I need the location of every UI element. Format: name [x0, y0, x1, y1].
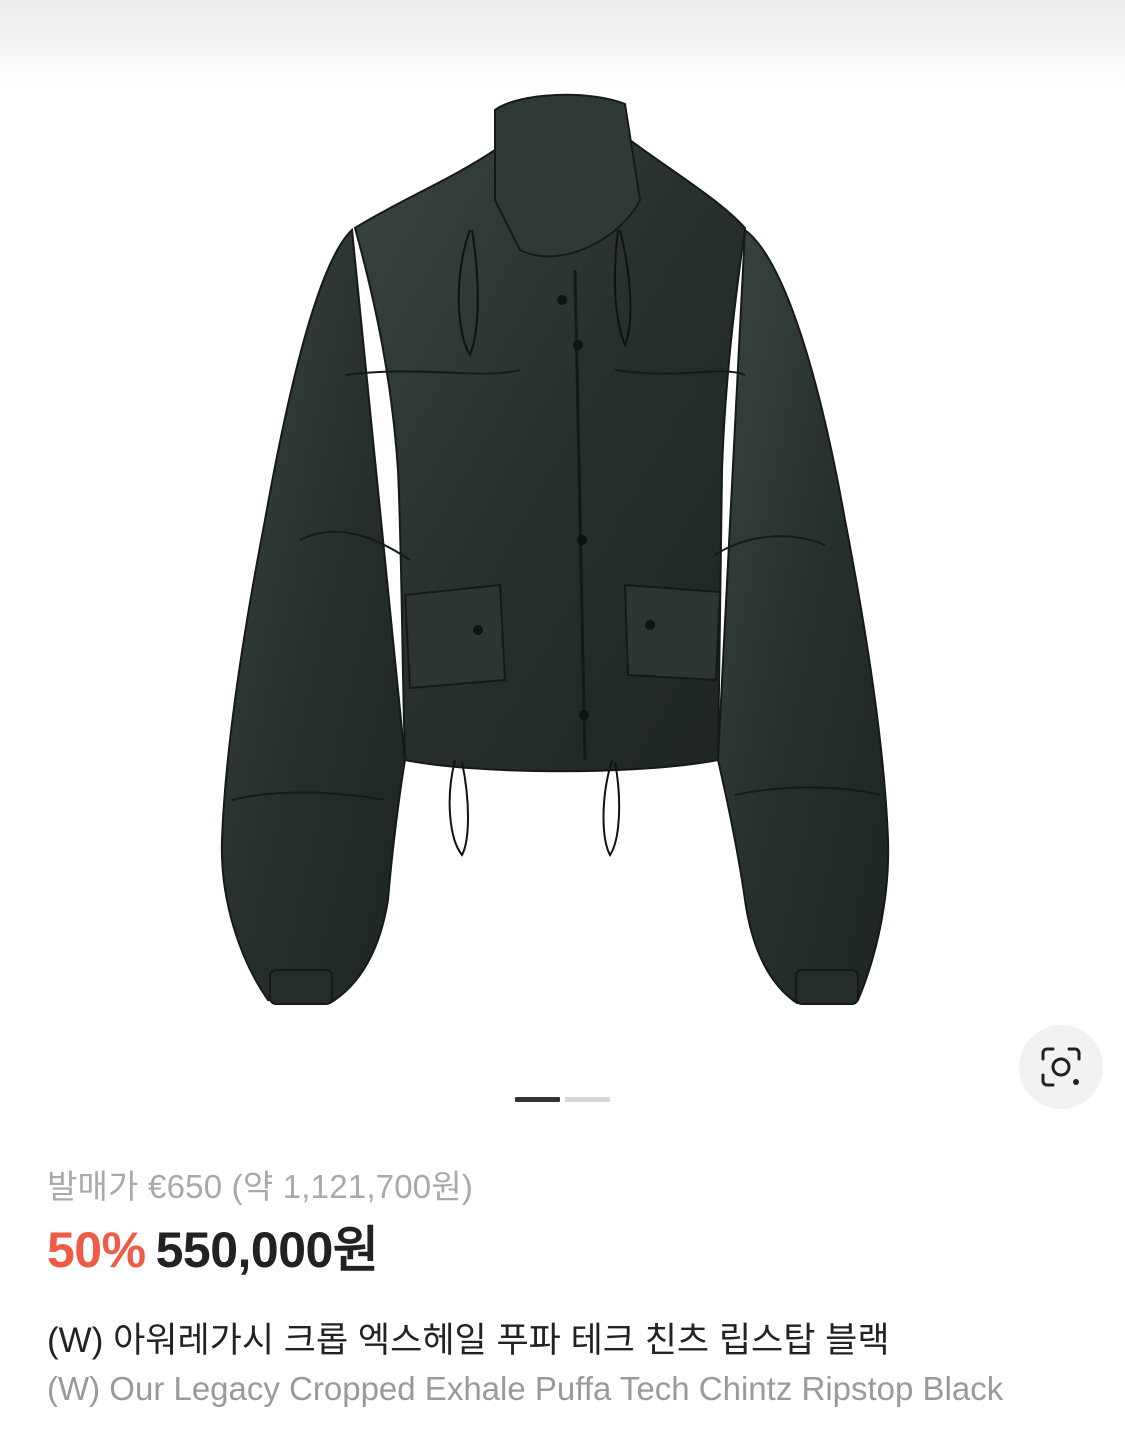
jacket-left-pocket — [403, 583, 507, 690]
visual-search-icon — [1041, 1047, 1081, 1087]
product-title-korean: (W) 아워레가시 크롭 엑스헤일 푸파 테크 친츠 립스탑 블랙 — [47, 1321, 890, 1360]
sale-price-row: 50% 550,000원 — [47, 1210, 379, 1282]
discount-rate: 50% — [47, 1222, 146, 1278]
original-price: 발매가 €650 (약 1,121,700원) — [47, 1168, 474, 1205]
jacket-right-sleeve — [716, 228, 890, 1005]
carousel-indicator-1[interactable] — [515, 1097, 560, 1102]
jacket-left-sleeve — [220, 227, 407, 1005]
visual-search-button[interactable] — [1019, 1025, 1103, 1109]
jacket-right-pocket — [623, 583, 722, 682]
product-title-english: (W) Our Legacy Cropped Exhale Puffa Tech… — [47, 1370, 1004, 1407]
carousel-indicator-2[interactable] — [565, 1097, 610, 1102]
original-price-row: 발매가 €650 (약 1,121,700원) — [47, 1160, 473, 1208]
sale-price: 550,000원 — [155, 1222, 379, 1278]
product-image[interactable] — [0, 0, 1125, 1140]
